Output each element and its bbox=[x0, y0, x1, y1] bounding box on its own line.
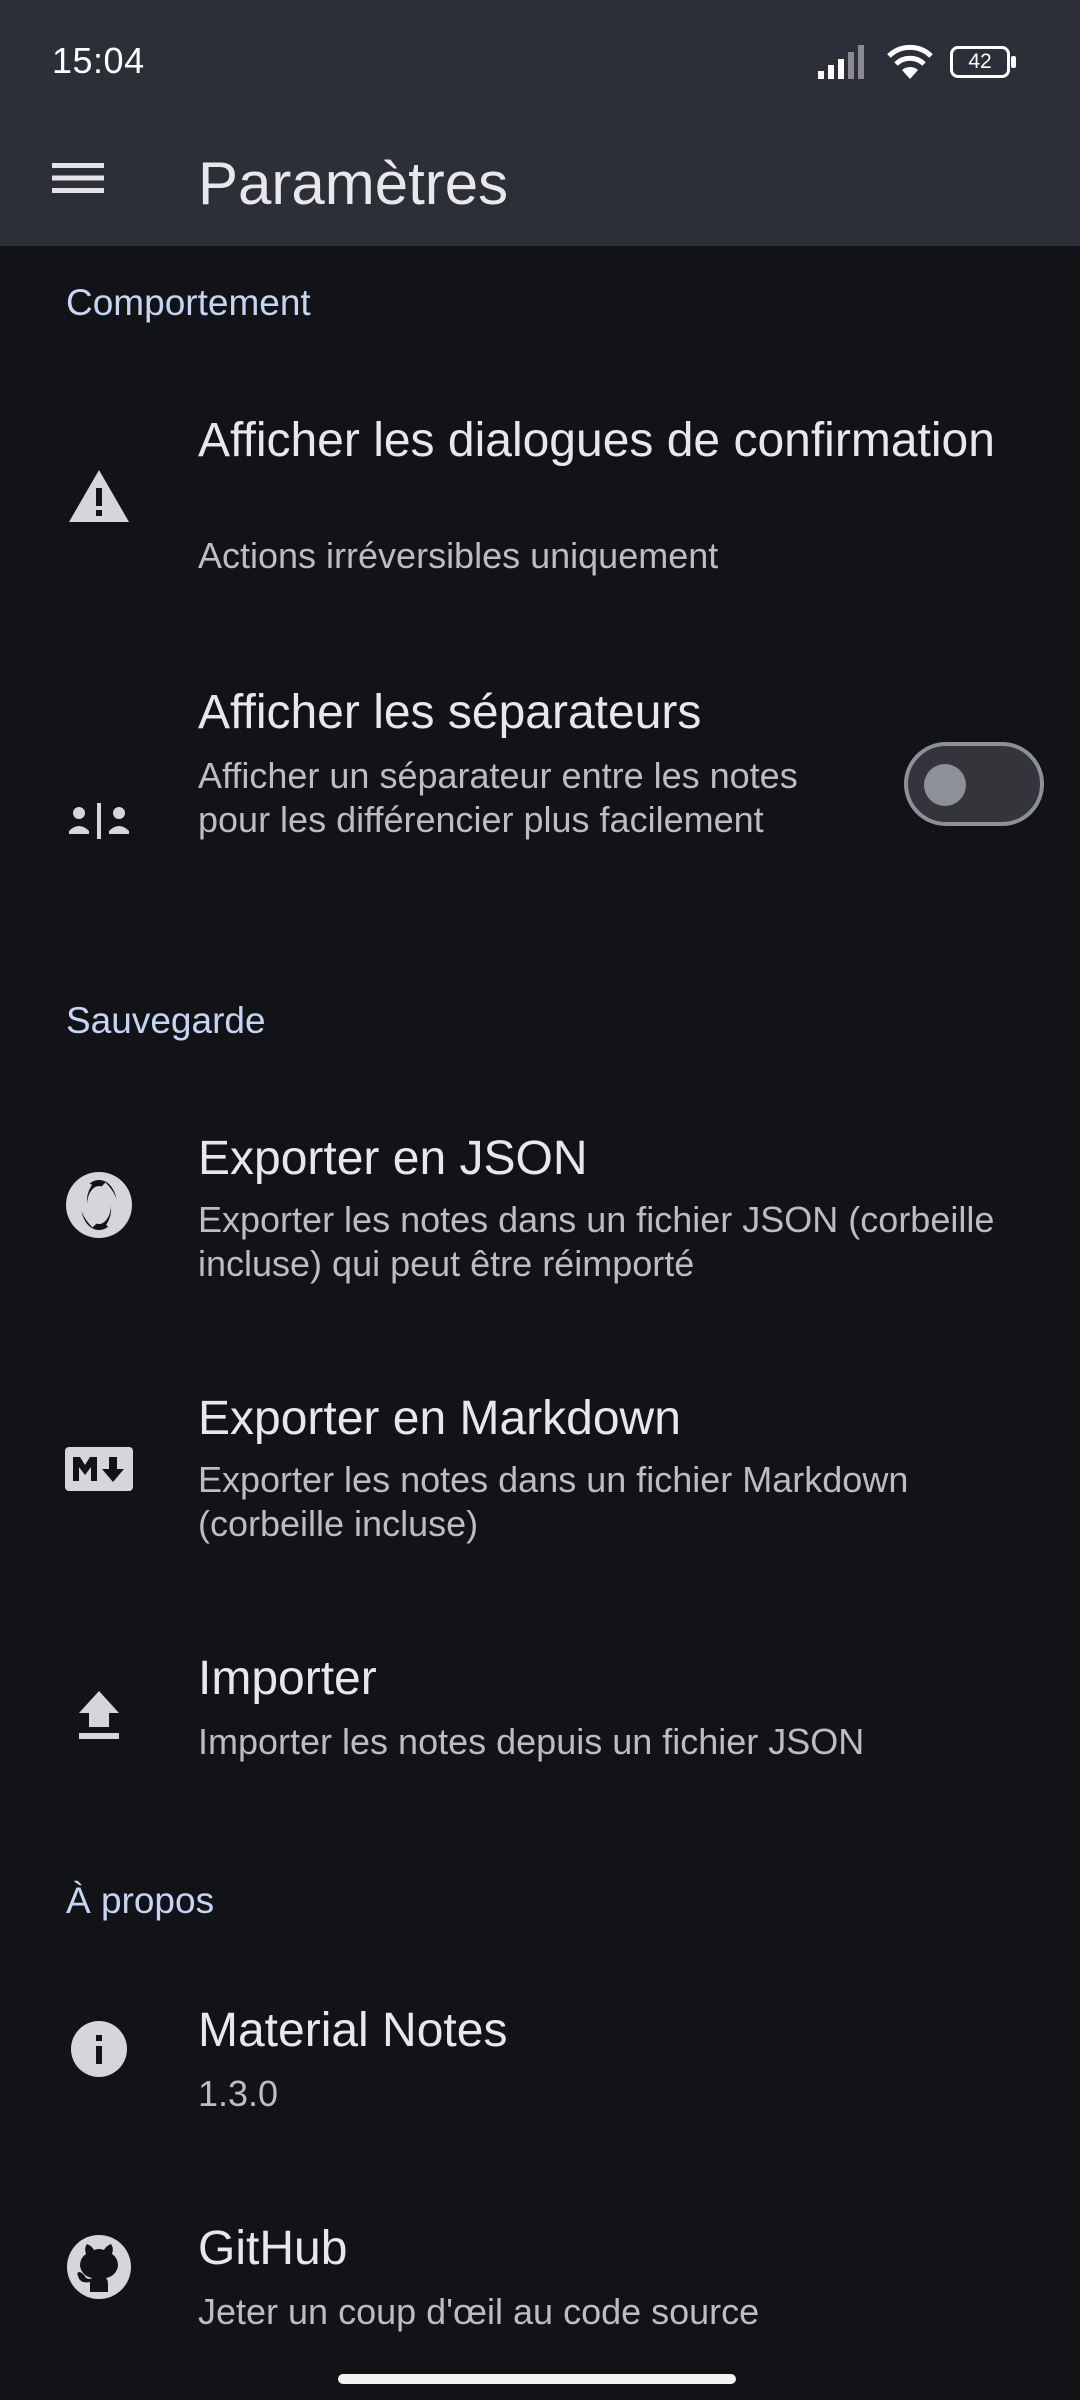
signal-icon bbox=[818, 45, 864, 79]
markdown-icon bbox=[64, 1434, 134, 1504]
pref-app-info[interactable]: Material Notes 1.3.0 bbox=[0, 1990, 1080, 2150]
separators-toggle[interactable] bbox=[904, 742, 1044, 826]
pref-summary: 1.3.0 bbox=[198, 2073, 279, 2114]
pref-confirm-dialogs[interactable]: Afficher les dialogues de confirmation A… bbox=[0, 392, 1080, 602]
menu-icon[interactable] bbox=[52, 152, 104, 204]
wifi-icon bbox=[887, 44, 933, 79]
pref-github[interactable]: GitHub Jeter un coup d'œil au code sourc… bbox=[0, 2208, 1080, 2358]
upload-icon bbox=[64, 1680, 134, 1750]
pref-summary: Exporter les notes dans un fichier JSON … bbox=[198, 1199, 995, 1284]
status-bar: 15:04 42 bbox=[0, 0, 1080, 120]
github-icon bbox=[64, 2232, 134, 2302]
battery-level: 42 bbox=[968, 50, 992, 73]
pref-import[interactable]: Importer Importer les notes depuis un fi… bbox=[0, 1636, 1080, 1796]
pref-title: Importer bbox=[198, 1652, 377, 1705]
pref-summary: Actions irréversibles uniquement bbox=[198, 535, 719, 576]
pref-show-separators[interactable]: Afficher les séparateurs Afficher un sép… bbox=[0, 670, 1080, 920]
json-icon bbox=[64, 1170, 134, 1240]
toggle-knob bbox=[924, 764, 966, 806]
pref-title: Exporter en JSON bbox=[198, 1132, 588, 1185]
separator-icon bbox=[64, 786, 134, 856]
pref-summary: Importer les notes depuis un fichier JSO… bbox=[198, 1721, 865, 1762]
page-title: Paramètres bbox=[198, 150, 509, 217]
pref-title: Exporter en Markdown bbox=[198, 1392, 681, 1445]
section-header-backup: Sauvegarde bbox=[66, 1000, 266, 1041]
info-icon bbox=[64, 2014, 134, 2084]
home-indicator[interactable] bbox=[338, 2374, 736, 2384]
pref-export-json[interactable]: Exporter en JSON Exporter les notes dans… bbox=[0, 1110, 1080, 1330]
status-icons: 42 bbox=[818, 38, 1016, 86]
pref-summary: Afficher un séparateur entre les notes p… bbox=[198, 755, 798, 840]
warning-icon bbox=[64, 461, 134, 531]
pref-title: Afficher les séparateurs bbox=[198, 686, 702, 739]
section-header-behavior: Comportement bbox=[66, 282, 311, 323]
section-header-about: À propos bbox=[66, 1880, 215, 1921]
app-bar: Paramètres bbox=[0, 120, 1080, 246]
pref-export-markdown[interactable]: Exporter en Markdown Exporter les notes … bbox=[0, 1372, 1080, 1572]
pref-summary: Jeter un coup d'œil au code source bbox=[198, 2291, 760, 2332]
battery-icon: 42 bbox=[950, 46, 1016, 78]
pref-title: Material Notes bbox=[198, 2004, 508, 2057]
status-time: 15:04 bbox=[52, 40, 145, 81]
pref-title: Afficher les dialogues de confirmation bbox=[198, 414, 995, 467]
pref-title: GitHub bbox=[198, 2222, 348, 2275]
pref-summary: Exporter les notes dans un fichier Markd… bbox=[198, 1459, 909, 1544]
